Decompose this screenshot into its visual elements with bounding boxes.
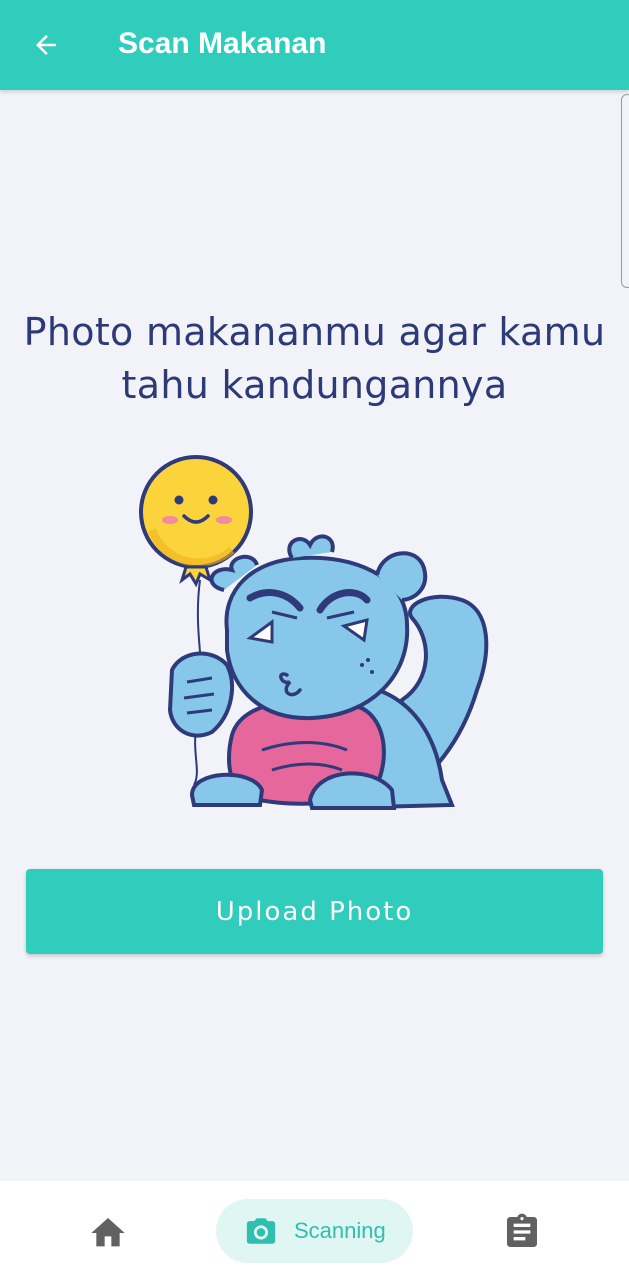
nav-scanning-label: Scanning xyxy=(294,1218,386,1243)
arrow-left-icon xyxy=(36,35,56,55)
upload-photo-button[interactable]: Upload Photo xyxy=(26,869,603,954)
home-icon xyxy=(91,1218,125,1247)
headline-line-1: Photo makananmu agar kamu xyxy=(23,310,606,354)
app-bar: Scan Makanan xyxy=(0,0,629,90)
monster-balloon-illustration xyxy=(139,455,489,811)
camera-icon xyxy=(246,1218,276,1244)
nav-home-button[interactable] xyxy=(88,1213,128,1253)
bottom-nav: Scanning xyxy=(0,1181,629,1280)
headline: Photo makananmu agar kamu tahu kandungan… xyxy=(0,306,629,412)
headline-line-2: tahu kandungannya xyxy=(121,363,508,407)
back-button[interactable] xyxy=(26,25,66,65)
scroll-indicator[interactable] xyxy=(621,94,629,288)
nav-scanning-button[interactable]: Scanning xyxy=(216,1199,413,1263)
page-title: Scan Makanan xyxy=(118,27,327,60)
clipboard-icon xyxy=(507,1213,537,1247)
nav-history-button[interactable] xyxy=(502,1212,542,1252)
